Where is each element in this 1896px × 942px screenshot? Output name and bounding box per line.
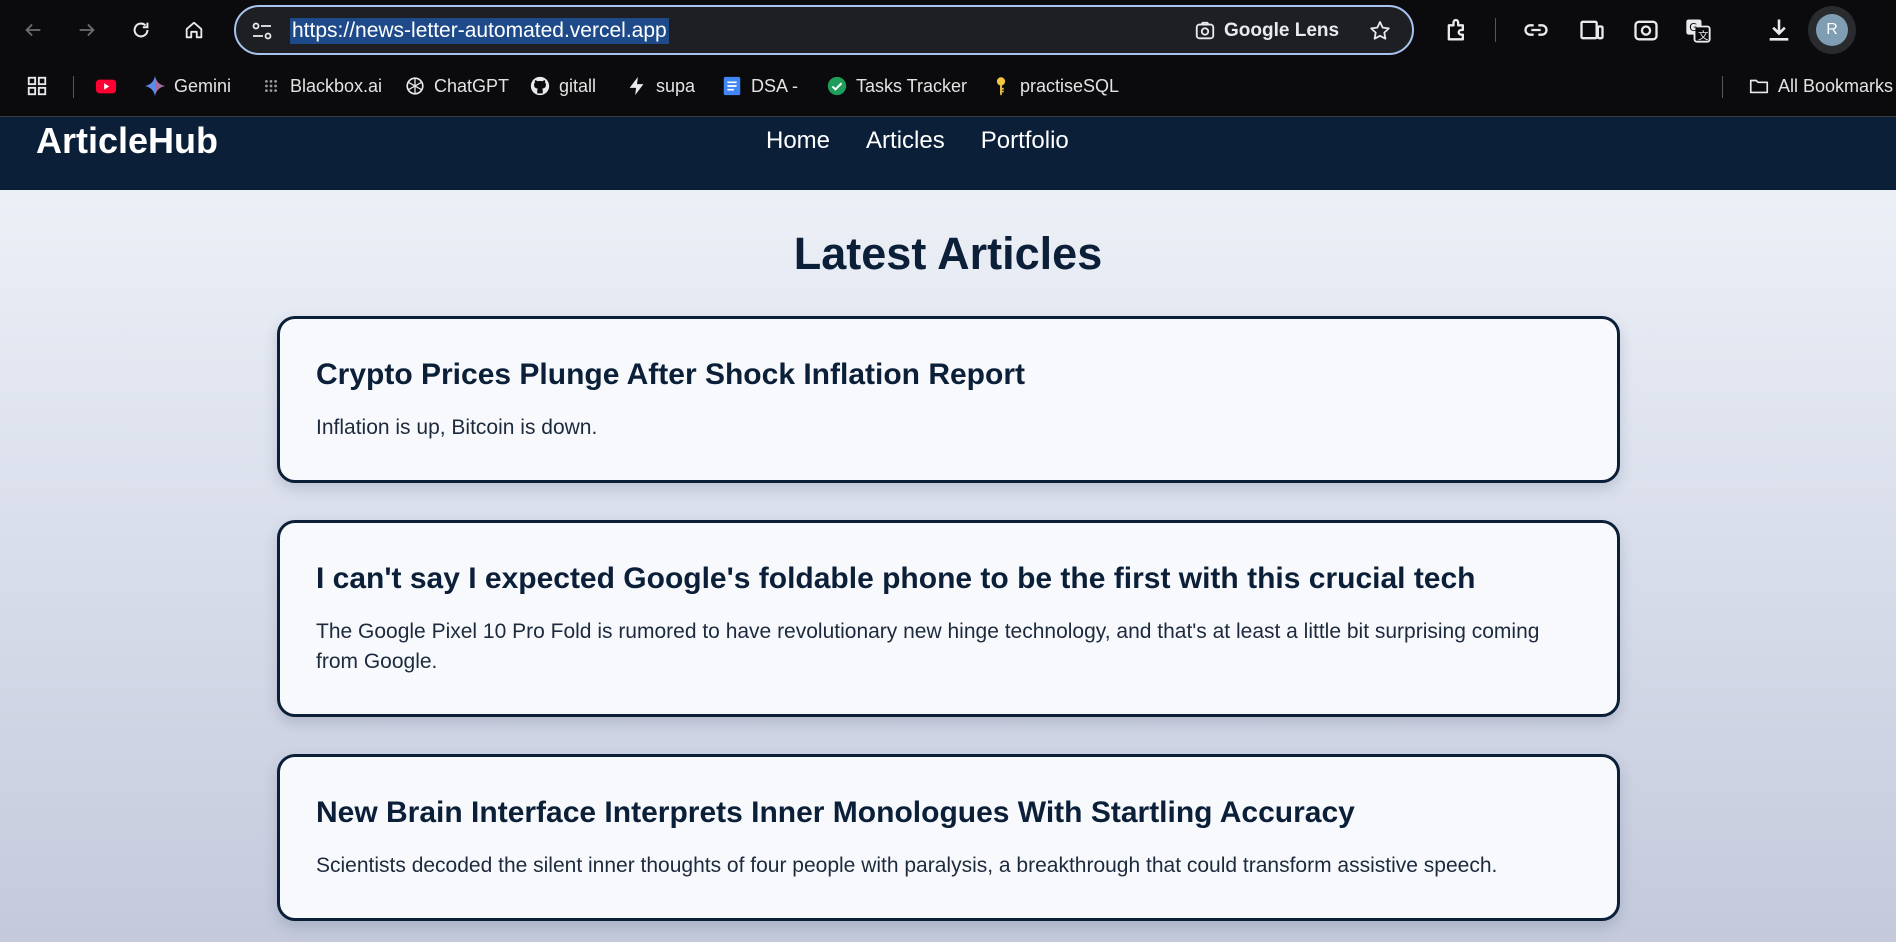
article-title[interactable]: I can't say I expected Google's foldable… bbox=[316, 561, 1581, 597]
key-icon bbox=[996, 77, 1006, 96]
bookmark-label: ChatGPT bbox=[434, 75, 510, 96]
article-summary: Inflation is up, Bitcoin is down. bbox=[316, 416, 598, 439]
bookmark-star-icon[interactable] bbox=[1368, 19, 1392, 43]
bookmark-dsa[interactable]: DSA - bbox=[721, 72, 798, 100]
toolbar-separator bbox=[1495, 18, 1496, 42]
browser-chrome: https://news-letter-automated.vercel.app… bbox=[0, 0, 1896, 117]
apps-grid-icon bbox=[27, 76, 47, 96]
svg-text:G: G bbox=[1689, 22, 1697, 34]
bookmark-gemini[interactable]: Gemini bbox=[144, 72, 231, 100]
bookmark-tasks-tracker[interactable]: Tasks Tracker bbox=[826, 72, 967, 100]
bookmark-supa[interactable]: supa bbox=[626, 72, 695, 100]
back-arrow-icon bbox=[25, 23, 41, 37]
reading-mode-icon[interactable] bbox=[1578, 16, 1606, 44]
supabase-icon bbox=[629, 76, 644, 96]
nav-link-portfolio[interactable]: Portfolio bbox=[981, 127, 1069, 155]
article-card[interactable]: New Brain Interface Interprets Inner Mon… bbox=[277, 754, 1620, 921]
home-icon bbox=[185, 21, 203, 39]
google-lens-button[interactable]: Google Lens bbox=[1194, 18, 1339, 44]
site-logo[interactable]: ArticleHub bbox=[36, 120, 218, 162]
bookmark-gitall[interactable]: gitall bbox=[529, 72, 596, 100]
blackbox-icon bbox=[265, 80, 277, 92]
article-card[interactable]: Crypto Prices Plunge After Shock Inflati… bbox=[277, 316, 1620, 483]
back-button[interactable] bbox=[16, 13, 50, 47]
folder-icon bbox=[1749, 79, 1769, 94]
bookmark-label: Tasks Tracker bbox=[856, 75, 968, 96]
download-icon[interactable] bbox=[1765, 16, 1793, 44]
translate-icon[interactable]: G 文 bbox=[1684, 16, 1712, 44]
docs-icon bbox=[723, 76, 741, 96]
article-card[interactable]: I can't say I expected Google's foldable… bbox=[277, 520, 1620, 717]
bookmark-label: Blackbox.ai bbox=[290, 75, 383, 96]
site-nav: Home Articles Portfolio bbox=[766, 127, 1069, 155]
chatgpt-icon bbox=[406, 77, 424, 95]
gemini-icon bbox=[144, 75, 166, 97]
site-header: ArticleHub Home Articles Portfolio bbox=[0, 117, 1896, 190]
article-title[interactable]: Crypto Prices Plunge After Shock Inflati… bbox=[316, 357, 1581, 393]
all-bookmarks-button[interactable]: All Bookmarks bbox=[1748, 72, 1893, 100]
home-button[interactable] bbox=[177, 13, 211, 47]
article-summary: Scientists decoded the silent inner thou… bbox=[316, 854, 1498, 877]
extensions-icon[interactable] bbox=[1443, 16, 1471, 44]
youtube-icon bbox=[95, 79, 117, 94]
google-lens-label: Google Lens bbox=[1224, 20, 1340, 41]
url-text[interactable]: https://news-letter-automated.vercel.app bbox=[290, 18, 669, 44]
page-title: Latest Articles bbox=[793, 228, 1103, 279]
bookmark-label: Gemini bbox=[174, 75, 232, 96]
bookmark-practisesql[interactable]: practiseSQL bbox=[990, 72, 1119, 100]
bookmarks-separator bbox=[73, 76, 74, 98]
bookmarks-bar: Gemini Blackbox.ai ChatGPT gitall supa D… bbox=[0, 66, 1896, 106]
forward-arrow-icon bbox=[79, 23, 95, 37]
avatar[interactable]: R bbox=[1816, 14, 1848, 46]
nav-link-home[interactable]: Home bbox=[766, 127, 830, 155]
all-bookmarks-label: All Bookmarks bbox=[1778, 75, 1894, 96]
bookmark-blackbox[interactable]: Blackbox.ai bbox=[260, 72, 382, 100]
check-circle-icon bbox=[827, 76, 847, 96]
svg-text:文: 文 bbox=[1698, 29, 1709, 42]
site-settings-icon[interactable] bbox=[250, 19, 274, 43]
address-bar[interactable]: https://news-letter-automated.vercel.app… bbox=[234, 5, 1414, 55]
screenshot-lens-icon[interactable] bbox=[1632, 16, 1660, 44]
forward-button[interactable] bbox=[70, 13, 104, 47]
reload-icon bbox=[133, 22, 149, 38]
link-icon[interactable] bbox=[1522, 16, 1550, 44]
apps-button[interactable] bbox=[26, 72, 48, 100]
bookmark-chatgpt[interactable]: ChatGPT bbox=[404, 72, 509, 100]
bookmark-label: practiseSQL bbox=[1020, 75, 1120, 96]
article-title[interactable]: New Brain Interface Interprets Inner Mon… bbox=[316, 795, 1581, 831]
bookmarks-separator bbox=[1722, 76, 1723, 98]
google-lens-icon bbox=[1195, 21, 1215, 40]
bookmark-youtube[interactable] bbox=[95, 72, 117, 100]
bookmark-label: DSA - bbox=[751, 75, 799, 96]
article-summary: The Google Pixel 10 Pro Fold is rumored … bbox=[316, 620, 1540, 673]
github-icon bbox=[530, 76, 550, 96]
reload-button[interactable] bbox=[124, 13, 158, 47]
nav-link-articles[interactable]: Articles bbox=[866, 127, 945, 155]
bookmark-label: gitall bbox=[559, 75, 597, 96]
bookmark-label: supa bbox=[656, 75, 696, 96]
